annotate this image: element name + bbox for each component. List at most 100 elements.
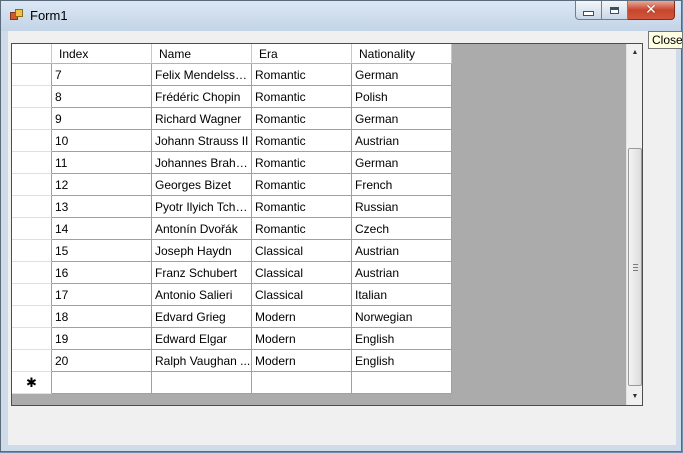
cell-index[interactable]: 7 (52, 64, 152, 86)
cell-nationality[interactable]: Norwegian (352, 306, 452, 328)
cell-nationality[interactable]: Italian (352, 284, 452, 306)
cell-nationality[interactable]: Austrian (352, 240, 452, 262)
row-header[interactable] (12, 284, 52, 306)
row-header[interactable] (12, 64, 52, 86)
table-row[interactable]: 9 Richard Wagner Romantic German (12, 108, 452, 130)
cell-index[interactable]: 15 (52, 240, 152, 262)
column-header-name[interactable]: Name (152, 44, 252, 64)
cell-name[interactable]: Richard Wagner (152, 108, 252, 130)
cell-era[interactable]: Romantic (252, 130, 352, 152)
table-row[interactable]: 14 Antonín Dvořák Romantic Czech (12, 218, 452, 240)
new-row-cell-name[interactable] (152, 372, 252, 394)
row-header[interactable] (12, 262, 52, 284)
table-row[interactable]: 16 Franz Schubert Classical Austrian (12, 262, 452, 284)
cell-name[interactable]: Pyotr Ilyich Tchai... (152, 196, 252, 218)
cell-name[interactable]: Antonín Dvořák (152, 218, 252, 240)
table-row[interactable]: 19 Edward Elgar Modern English (12, 328, 452, 350)
new-row-cell-era[interactable] (252, 372, 352, 394)
cell-index[interactable]: 14 (52, 218, 152, 240)
row-header[interactable] (12, 306, 52, 328)
cell-nationality[interactable]: Czech (352, 218, 452, 240)
cell-nationality[interactable]: English (352, 328, 452, 350)
cell-era[interactable]: Romantic (252, 218, 352, 240)
cell-nationality[interactable]: German (352, 64, 452, 86)
cell-index[interactable]: 20 (52, 350, 152, 372)
column-header-index[interactable]: Index (52, 44, 152, 64)
title-bar[interactable]: Form1 ✕ (1, 1, 681, 31)
cell-index[interactable]: 13 (52, 196, 152, 218)
table-row[interactable]: 15 Joseph Haydn Classical Austrian (12, 240, 452, 262)
cell-index[interactable]: 12 (52, 174, 152, 196)
row-header[interactable] (12, 86, 52, 108)
row-header[interactable] (12, 108, 52, 130)
cell-era[interactable]: Classical (252, 262, 352, 284)
row-header[interactable] (12, 350, 52, 372)
new-row-marker-icon[interactable]: ✱ (12, 372, 52, 394)
table-row[interactable]: 20 Ralph Vaughan ... Modern English (12, 350, 452, 372)
row-header[interactable] (12, 130, 52, 152)
cell-nationality[interactable]: German (352, 152, 452, 174)
row-header[interactable] (12, 218, 52, 240)
maximize-button[interactable] (602, 1, 628, 20)
cell-index[interactable]: 17 (52, 284, 152, 306)
scroll-up-arrow-icon[interactable]: ▲ (627, 44, 642, 61)
cell-name[interactable]: Antonio Salieri (152, 284, 252, 306)
cell-era[interactable]: Modern (252, 306, 352, 328)
close-button[interactable]: ✕ (628, 1, 675, 20)
cell-index[interactable]: 9 (52, 108, 152, 130)
cell-name[interactable]: Georges Bizet (152, 174, 252, 196)
cell-nationality[interactable]: Polish (352, 86, 452, 108)
cell-name[interactable]: Edvard Grieg (152, 306, 252, 328)
grid-corner-header[interactable] (12, 44, 52, 64)
data-grid-view[interactable]: Index Name Era Nationality 7 Felix Mendel… (11, 43, 643, 406)
cell-era[interactable]: Romantic (252, 196, 352, 218)
cell-name[interactable]: Joseph Haydn (152, 240, 252, 262)
scrollbar-thumb[interactable] (628, 148, 642, 386)
new-row-cell-index[interactable] (52, 372, 152, 394)
new-row[interactable]: ✱ (12, 372, 452, 394)
table-row[interactable]: 13 Pyotr Ilyich Tchai... Romantic Russian (12, 196, 452, 218)
table-row[interactable]: 18 Edvard Grieg Modern Norwegian (12, 306, 452, 328)
column-header-nationality[interactable]: Nationality (352, 44, 452, 64)
cell-name[interactable]: Frédéric Chopin (152, 86, 252, 108)
cell-name[interactable]: Johannes Brahms (152, 152, 252, 174)
cell-index[interactable]: 11 (52, 152, 152, 174)
cell-era[interactable]: Modern (252, 350, 352, 372)
cell-index[interactable]: 18 (52, 306, 152, 328)
cell-index[interactable]: 19 (52, 328, 152, 350)
cell-name[interactable]: Felix Mendelssohn (152, 64, 252, 86)
minimize-button[interactable] (575, 1, 602, 20)
cell-name[interactable]: Edward Elgar (152, 328, 252, 350)
cell-name[interactable]: Johann Strauss II (152, 130, 252, 152)
cell-nationality[interactable]: Russian (352, 196, 452, 218)
row-header[interactable] (12, 196, 52, 218)
cell-era[interactable]: Romantic (252, 64, 352, 86)
row-header[interactable] (12, 328, 52, 350)
row-header[interactable] (12, 240, 52, 262)
form-app-icon[interactable] (10, 9, 23, 22)
column-header-era[interactable]: Era (252, 44, 352, 64)
new-row-cell-nationality[interactable] (352, 372, 452, 394)
cell-nationality[interactable]: Austrian (352, 262, 452, 284)
row-header[interactable] (12, 174, 52, 196)
scroll-down-arrow-icon[interactable]: ▼ (627, 388, 642, 405)
cell-era[interactable]: Classical (252, 240, 352, 262)
cell-name[interactable]: Ralph Vaughan ... (152, 350, 252, 372)
table-row[interactable]: 17 Antonio Salieri Classical Italian (12, 284, 452, 306)
table-row[interactable]: 12 Georges Bizet Romantic French (12, 174, 452, 196)
cell-index[interactable]: 16 (52, 262, 152, 284)
table-row[interactable]: 11 Johannes Brahms Romantic German (12, 152, 452, 174)
cell-nationality[interactable]: Austrian (352, 130, 452, 152)
table-row[interactable]: 8 Frédéric Chopin Romantic Polish (12, 86, 452, 108)
cell-era[interactable]: Romantic (252, 108, 352, 130)
cell-nationality[interactable]: German (352, 108, 452, 130)
cell-era[interactable]: Classical (252, 284, 352, 306)
table-row[interactable]: 10 Johann Strauss II Romantic Austrian (12, 130, 452, 152)
cell-era[interactable]: Romantic (252, 174, 352, 196)
cell-era[interactable]: Romantic (252, 86, 352, 108)
row-header[interactable] (12, 152, 52, 174)
cell-index[interactable]: 10 (52, 130, 152, 152)
cell-era[interactable]: Romantic (252, 152, 352, 174)
cell-index[interactable]: 8 (52, 86, 152, 108)
cell-name[interactable]: Franz Schubert (152, 262, 252, 284)
